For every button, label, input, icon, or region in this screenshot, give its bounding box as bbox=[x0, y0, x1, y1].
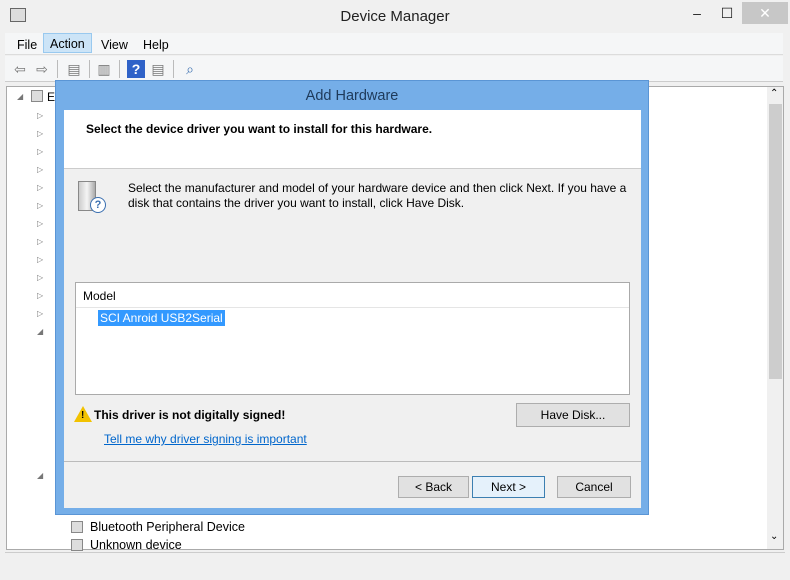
menu-help[interactable]: Help bbox=[137, 35, 175, 55]
dialog-description: Select the manufacturer and model of you… bbox=[128, 181, 627, 210]
collapse-icon[interactable]: ◢ bbox=[37, 471, 43, 480]
toolbar-separator bbox=[57, 60, 58, 78]
computer-icon bbox=[31, 90, 43, 102]
menu-bar: File Action View Help bbox=[5, 33, 783, 55]
expand-icon[interactable]: ▷ bbox=[37, 219, 43, 228]
expand-icon[interactable]: ▷ bbox=[37, 111, 43, 120]
help-icon[interactable]: ? bbox=[127, 60, 145, 78]
tree-item-unknown-device[interactable]: Unknown device bbox=[90, 538, 182, 552]
toolbar: ⇦ ⇨ ▤ ▥ ? ▤ ⌕ bbox=[5, 56, 783, 82]
menu-view[interactable]: View bbox=[95, 35, 134, 55]
tree-root-label[interactable]: E bbox=[47, 90, 55, 104]
scrollbar-thumb[interactable] bbox=[769, 104, 782, 379]
toolbar-separator bbox=[173, 60, 174, 78]
dialog-heading: Select the device driver you want to ins… bbox=[86, 122, 433, 136]
have-disk-button[interactable]: Have Disk... bbox=[516, 403, 630, 427]
dialog-title: Add Hardware bbox=[305, 88, 399, 104]
expand-icon[interactable]: ▷ bbox=[37, 147, 43, 156]
scan-hardware-icon[interactable]: ⌕ bbox=[181, 60, 199, 78]
model-column-header[interactable]: Model bbox=[76, 283, 629, 308]
back-arrow-icon[interactable]: ⇦ bbox=[11, 60, 29, 78]
menu-file[interactable]: File bbox=[11, 35, 43, 55]
dialog-divider bbox=[64, 461, 641, 462]
toolbar-separator bbox=[119, 60, 120, 78]
properties-icon[interactable]: ▥ bbox=[95, 60, 113, 78]
expand-icon[interactable]: ▷ bbox=[37, 309, 43, 318]
forward-arrow-icon[interactable]: ⇨ bbox=[33, 60, 51, 78]
expand-icon[interactable]: ▷ bbox=[37, 165, 43, 174]
close-button[interactable]: ✕ bbox=[742, 2, 788, 24]
window-title: Device Manager bbox=[340, 8, 450, 25]
expand-icon[interactable]: ▷ bbox=[37, 201, 43, 210]
toolbar-separator bbox=[89, 60, 90, 78]
scroll-up-icon[interactable]: ⌃ bbox=[770, 88, 778, 99]
expand-icon[interactable]: ▷ bbox=[37, 183, 43, 192]
driver-signing-link[interactable]: Tell me why driver signing is important bbox=[104, 432, 307, 446]
model-list[interactable]: Model SCI Anroid USB2Serial bbox=[75, 282, 630, 395]
next-button[interactable]: Next > bbox=[472, 476, 545, 498]
expand-icon[interactable]: ▷ bbox=[37, 273, 43, 282]
show-hide-console-tree-icon[interactable]: ▤ bbox=[65, 60, 83, 78]
dialog-body: Select the device driver you want to ins… bbox=[64, 110, 641, 508]
expand-icon[interactable]: ▷ bbox=[37, 237, 43, 246]
unsigned-driver-warning: This driver is not digitally signed! bbox=[94, 408, 286, 422]
question-icon: ? bbox=[90, 197, 106, 213]
expand-icon[interactable]: ▷ bbox=[37, 291, 43, 300]
minimize-button[interactable]: – bbox=[682, 2, 712, 24]
model-item-selected[interactable]: SCI Anroid USB2Serial bbox=[98, 310, 225, 326]
expand-icon[interactable]: ▷ bbox=[37, 129, 43, 138]
dialog-header: Select the device driver you want to ins… bbox=[64, 110, 641, 169]
maximize-button[interactable]: ☐ bbox=[712, 2, 742, 24]
scroll-down-icon[interactable]: ⌄ bbox=[770, 531, 778, 542]
unknown-device-icon bbox=[71, 521, 83, 533]
menu-action[interactable]: Action bbox=[43, 33, 92, 53]
expand-icon[interactable]: ▷ bbox=[37, 255, 43, 264]
tree-item-bluetooth-peripheral[interactable]: Bluetooth Peripheral Device bbox=[90, 520, 245, 534]
title-bar: Device Manager – ☐ ✕ bbox=[0, 0, 790, 32]
warning-icon-mark: ! bbox=[81, 410, 85, 421]
unknown-device-icon bbox=[71, 539, 83, 551]
action-pane-icon[interactable]: ▤ bbox=[149, 60, 167, 78]
collapse-icon[interactable]: ◢ bbox=[37, 327, 43, 336]
back-button[interactable]: < Back bbox=[398, 476, 469, 498]
status-bar bbox=[5, 552, 785, 576]
cancel-button[interactable]: Cancel bbox=[557, 476, 631, 498]
collapse-icon[interactable]: ◢ bbox=[17, 92, 23, 101]
add-hardware-dialog: Add Hardware Select the device driver yo… bbox=[55, 80, 649, 515]
